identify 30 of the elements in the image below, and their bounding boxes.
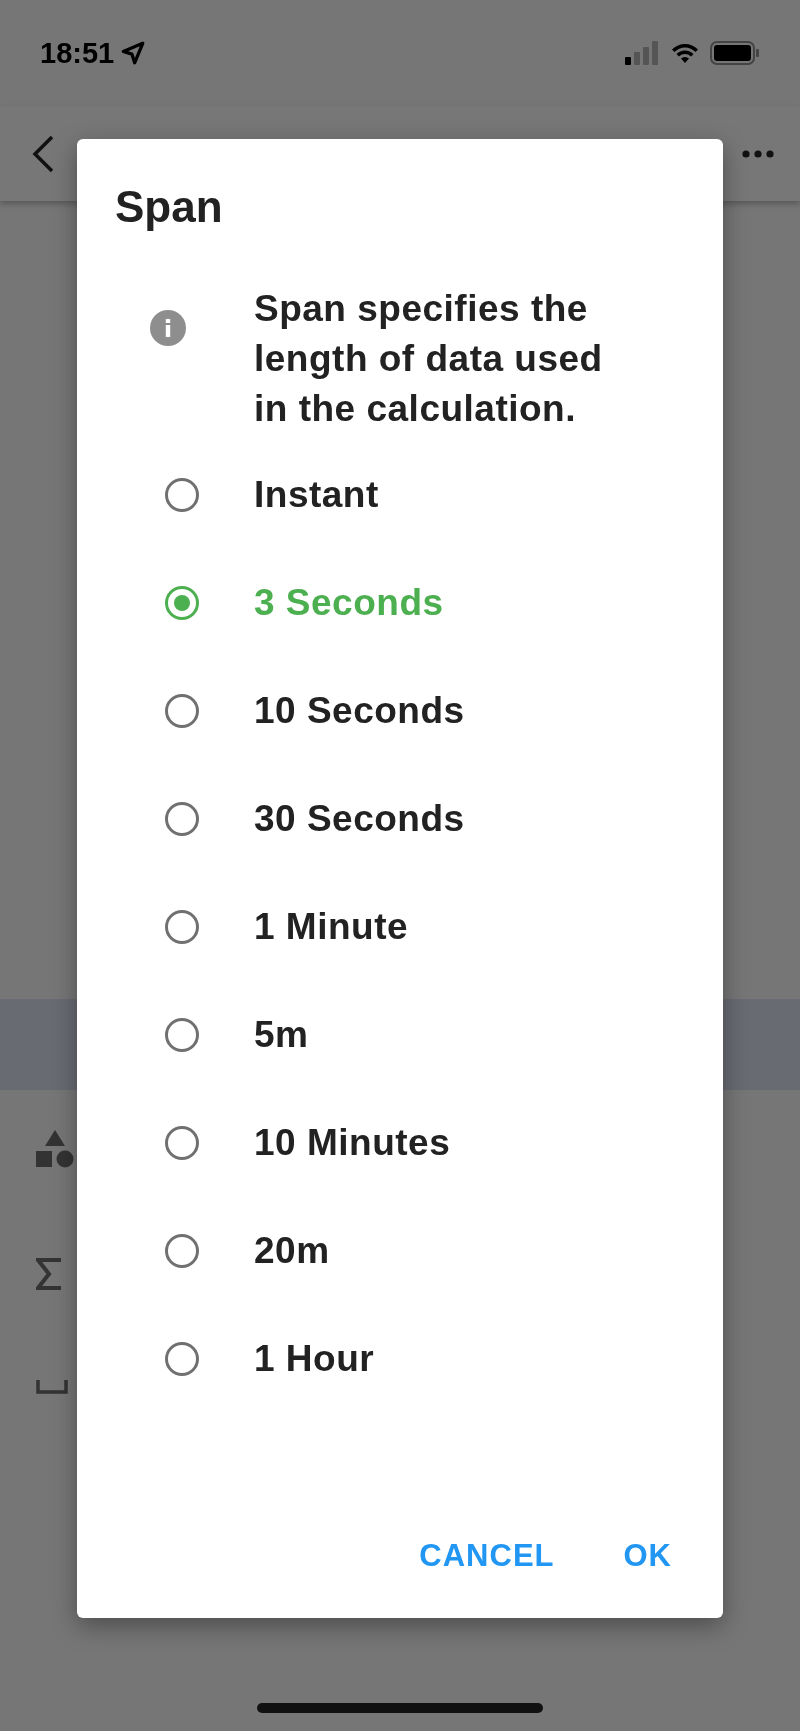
option-label[interactable]: Instant (254, 474, 379, 516)
option-label[interactable]: 20m (254, 1230, 330, 1272)
radio-button[interactable] (165, 1234, 199, 1268)
radio-button[interactable] (165, 1018, 199, 1052)
back-icon[interactable] (30, 133, 56, 174)
info-text: Span specifies the length of data used in the calculation. (254, 287, 604, 431)
option-label[interactable]: 1 Hour (254, 1338, 375, 1380)
option-label[interactable]: 10 Seconds (254, 690, 465, 732)
dialog-title: Span (115, 182, 223, 232)
info-icon (150, 310, 186, 346)
option-label[interactable]: 10 Minutes (254, 1122, 451, 1164)
radio-button[interactable] (165, 694, 199, 728)
location-arrow-icon (120, 40, 147, 66)
battery-icon (710, 41, 760, 65)
radio-button[interactable] (165, 1126, 199, 1160)
signal-icon (624, 41, 660, 65)
more-options-icon[interactable] (742, 149, 774, 158)
sigma-icon[interactable] (36, 1258, 62, 1290)
radio-button[interactable] (165, 1342, 199, 1376)
option-label[interactable]: 30 Seconds (254, 798, 465, 840)
radio-button[interactable] (165, 802, 199, 836)
shapes-icon[interactable] (36, 1130, 74, 1168)
radio-button[interactable] (165, 478, 199, 512)
status-time: 18:51 (40, 36, 115, 70)
space-icon[interactable] (36, 1380, 68, 1394)
radio-button[interactable] (165, 586, 199, 620)
radio-button[interactable] (165, 910, 199, 944)
wifi-icon (670, 41, 700, 65)
option-label[interactable]: 1 Minute (254, 906, 409, 948)
option-label[interactable]: 5m (254, 1014, 309, 1056)
